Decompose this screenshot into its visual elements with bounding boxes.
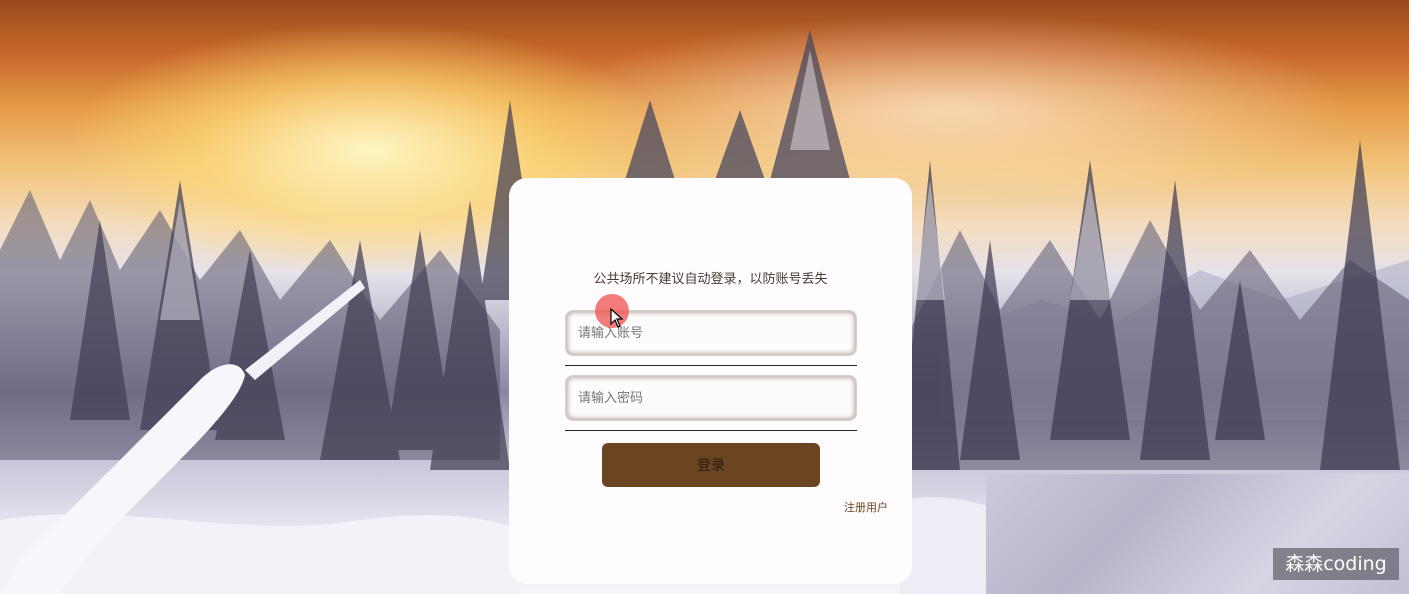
login-card: 公共场所不建议自动登录，以防账号丢失 登录 注册用户 [509,178,912,584]
watermark: 森森coding [1273,548,1399,580]
password-underline [565,430,857,431]
password-input[interactable] [566,376,860,420]
register-link[interactable]: 注册用户 [844,499,888,515]
password-field-group [565,375,860,431]
login-button[interactable]: 登录 [602,443,820,487]
security-notice: 公共场所不建议自动登录，以防账号丢失 [593,272,828,287]
username-underline [565,365,857,366]
password-field [565,375,860,421]
mouse-pointer-icon [610,308,624,328]
